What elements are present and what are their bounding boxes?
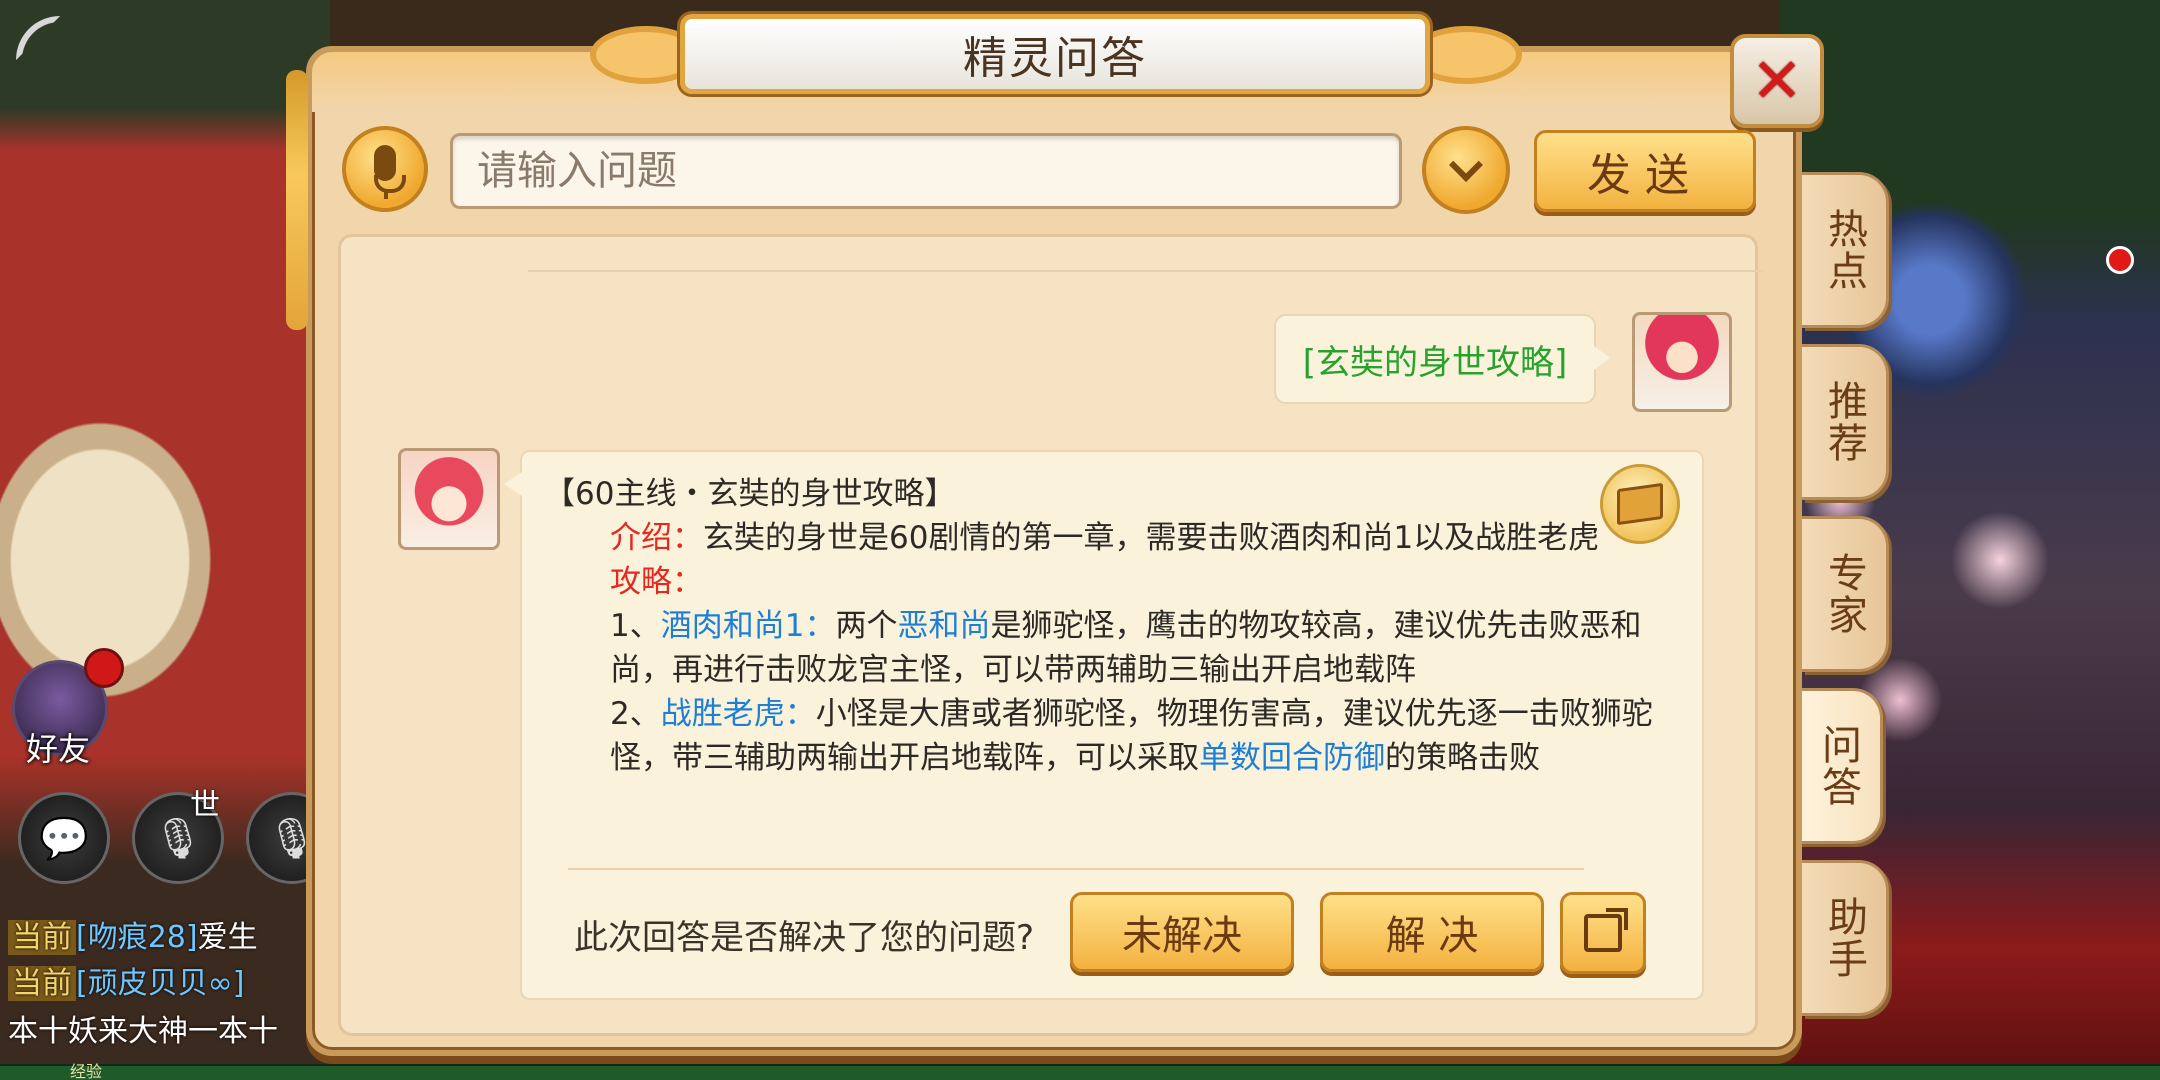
user-message-bubble[interactable]: [玄奘的身世攻略]: [1274, 314, 1610, 404]
chevron-down-icon: [1449, 148, 1483, 182]
notification-dot: [2106, 246, 2134, 274]
strategy-label: 攻略：: [610, 564, 703, 600]
answer-heading: 【60主线・玄奘的身世攻略】: [544, 476, 956, 512]
feedback-question: 此次回答是否解决了您的问题?: [574, 918, 1035, 958]
question-input[interactable]: [450, 133, 1402, 209]
step1-text-a: 两个: [835, 608, 898, 644]
share-button[interactable]: [1560, 892, 1646, 974]
close-button[interactable]: ✕: [1730, 34, 1824, 128]
tab-expert[interactable]: 专家: [1802, 516, 1889, 672]
step1-link[interactable]: 恶和尚: [897, 608, 990, 644]
step2-link[interactable]: 单数回合防御: [1199, 740, 1385, 776]
chat-line: 本十妖来大神一本十: [8, 1006, 278, 1050]
resolved-button[interactable]: 解 决: [1320, 892, 1544, 972]
answer-body: 【60主线・玄奘的身世攻略】 介绍：玄奘的身世是60剧情的第一章，需要击败酒肉和…: [544, 472, 1694, 780]
tassel-ornament: [286, 70, 308, 330]
chat-channel-tag: 当前: [8, 920, 76, 955]
intro-label: 介绍：: [610, 520, 703, 556]
divider: [568, 868, 1584, 870]
tab-label: 推荐: [1821, 380, 1867, 464]
step1-label: 酒肉和尚1：: [660, 608, 836, 644]
intro-text: 玄奘的身世是60剧情的第一章，需要击败酒肉和尚1以及战胜老虎: [703, 520, 1600, 556]
chat-line: 当前 [吻痕28]爱生: [8, 912, 258, 956]
title-plate: 精灵问答: [680, 14, 1430, 94]
tab-label: 专家: [1821, 552, 1867, 636]
friend-label: 好友: [26, 730, 91, 768]
dialog-title: 精灵问答: [963, 33, 1147, 84]
chat-channel-tag: 当前: [8, 966, 76, 1001]
tab-assistant[interactable]: 助手: [1802, 860, 1889, 1016]
step2-text-b: 的策略击败: [1385, 740, 1540, 776]
chat-sender[interactable]: [顽皮贝贝∞]: [76, 966, 244, 1001]
chat-bubble-icon: 💬: [39, 815, 89, 862]
history-dropdown-button[interactable]: [1422, 126, 1510, 214]
tab-label: 热点: [1821, 208, 1867, 292]
step1-prefix: 1、: [610, 608, 661, 644]
tab-label: 问答: [1815, 724, 1861, 808]
exp-label: 经验: [70, 1062, 103, 1080]
spirit-avatar: [398, 448, 500, 550]
divider: [528, 270, 1764, 272]
voice-input-button[interactable]: [342, 126, 428, 212]
user-avatar: [1632, 312, 1732, 412]
microphone-icon: [346, 129, 424, 209]
unresolved-button[interactable]: 未解决: [1070, 892, 1294, 972]
tab-recommend[interactable]: 推荐: [1802, 344, 1889, 500]
chat-text: 爱生: [197, 920, 258, 955]
chat-text: 本十妖来大神一本十: [8, 1014, 278, 1049]
share-icon: [1584, 908, 1628, 952]
guide-book-icon[interactable]: [1600, 464, 1680, 544]
send-button[interactable]: 发送: [1534, 130, 1756, 212]
chat-sender[interactable]: [吻痕28]: [76, 920, 198, 955]
friend-notification-dot: [84, 648, 124, 688]
tab-qa[interactable]: 问答: [1796, 688, 1883, 844]
tab-label: 助手: [1821, 896, 1867, 980]
step2-label: 战胜老虎：: [660, 696, 816, 732]
chat-line: 当前 [顽皮贝贝∞]: [8, 958, 244, 1002]
world-channel-label: 世: [190, 788, 220, 823]
exp-bar: [0, 1064, 2160, 1080]
tab-hot[interactable]: 热点: [1802, 172, 1889, 328]
step2-prefix: 2、: [610, 696, 661, 732]
chat-button[interactable]: 💬: [18, 792, 110, 884]
close-icon: ✕: [1751, 44, 1803, 117]
